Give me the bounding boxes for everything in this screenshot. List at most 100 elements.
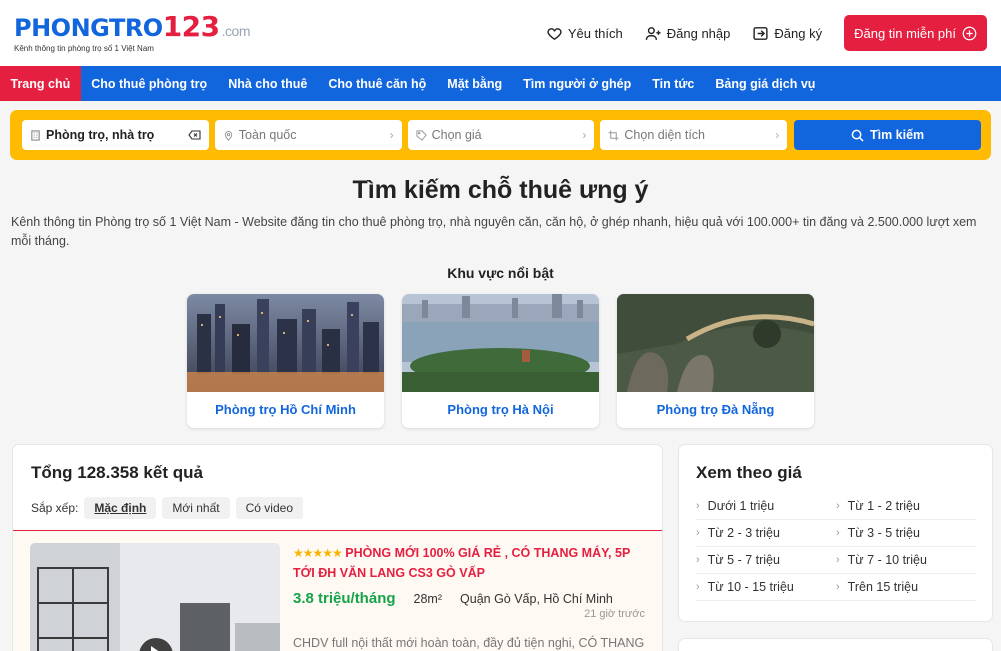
results-panel: Tổng 128.358 kết quả Sắp xếp: Mặc định M… <box>12 444 663 651</box>
chevron-right-icon: › <box>696 527 700 539</box>
user-plus-icon <box>645 26 661 40</box>
area-select[interactable]: Chọn diện tích › <box>600 120 788 150</box>
listing-body: ★★★★★ PHÒNG MỚI 100% GIÁ RẺ , CÓ THANG M… <box>293 543 645 651</box>
crop-icon <box>608 129 619 141</box>
area-card-danang[interactable]: Phòng trọ Đà Nẵng <box>617 294 814 428</box>
chevron-right-icon: › <box>582 128 587 142</box>
register-label: Đăng ký <box>774 25 823 41</box>
clear-icon[interactable] <box>188 130 201 140</box>
price-select[interactable]: Chọn giá › <box>407 120 595 150</box>
heart-icon <box>547 27 562 40</box>
category-select[interactable]: Phòng trọ, nhà trọ <box>22 120 209 150</box>
nav-item-roommates[interactable]: Tìm người ở ghép <box>513 66 642 101</box>
price-filter-label: Từ 10 - 15 triệu <box>707 580 794 594</box>
price-filter-item[interactable]: › Trên 15 triệu <box>836 574 976 601</box>
sort-video-button[interactable]: Có video <box>235 497 303 519</box>
logo-text-blue: PHONGTRO <box>14 14 163 42</box>
nav-item-apartments[interactable]: Cho thuê căn hộ <box>318 66 437 101</box>
logo-domain-suffix: .com <box>221 23 251 39</box>
listing-excerpt: CHDV full nội thất mới hoàn toàn, đầy đủ… <box>293 636 645 650</box>
plus-circle-icon <box>962 26 977 40</box>
site-logo[interactable]: PHONGTRO 123 .com Kênh thông tin phòng trọ… <box>14 10 251 54</box>
chevron-right-icon: › <box>836 527 840 539</box>
listing-location: Quận Gò Vấp, Hồ Chí Minh <box>460 591 613 606</box>
chevron-right-icon: › <box>696 581 700 593</box>
price-filter-title: Xem theo giá <box>696 463 802 482</box>
area-value: Chọn diện tích <box>624 128 705 142</box>
price-filter-item[interactable]: › Từ 5 - 7 triệu <box>696 547 836 574</box>
nav-item-pricing[interactable]: Bảng giá dịch vụ <box>705 66 826 101</box>
area-name-hanoi: Phòng trọ Hà Nội <box>447 402 554 417</box>
post-free-button[interactable]: Đăng tin miễn phí <box>844 15 987 51</box>
post-free-label: Đăng tin miễn phí <box>854 25 956 41</box>
main-nav: Trang chủ Cho thuê phòng trọ Nhà cho thu… <box>0 66 1001 101</box>
nav-item-rooms[interactable]: Cho thuê phòng trọ <box>81 66 218 101</box>
location-value: Toàn quốc <box>238 128 297 142</box>
area-card-hcm[interactable]: Phòng trọ Hồ Chí Minh <box>187 294 384 428</box>
price-filter-item[interactable]: › Dưới 1 triệu <box>696 493 836 520</box>
price-filter-label: Từ 3 - 5 triệu <box>847 526 920 540</box>
price-value: Chọn giá <box>431 128 482 142</box>
favorites-link[interactable]: Yêu thích <box>546 25 623 42</box>
sort-bar: Sắp xếp: Mặc định Mới nhất Có video <box>31 497 662 519</box>
price-filter-panel: Xem theo giá › Dưới 1 triệu › Từ 1 - 2 tri… <box>678 444 993 622</box>
price-filter-label: Dưới 1 triệu <box>707 499 775 513</box>
favorites-label: Yêu thích <box>567 25 623 41</box>
chevron-right-icon: › <box>836 581 840 593</box>
listing-item[interactable]: ★★★★★ PHÒNG MỚI 100% GIÁ RẺ , CÓ THANG M… <box>13 531 662 651</box>
chevron-right-icon: › <box>696 554 700 566</box>
page-title: Tìm kiếm chỗ thuê ưng ý <box>352 176 649 204</box>
price-filter-list: › Dưới 1 triệu › Từ 1 - 2 triệu › Từ 2 - 3 … <box>696 493 976 601</box>
price-filter-label: Trên 15 triệu <box>847 580 919 594</box>
hcm-city-image <box>187 294 384 392</box>
logo-tagline: Kênh thông tin phòng trọ số 1 Việt Nam <box>14 44 154 53</box>
sort-default-button[interactable]: Mặc định <box>84 497 157 519</box>
price-filter-item[interactable]: › Từ 10 - 15 triệu <box>696 574 836 601</box>
nav-item-premises[interactable]: Mặt bằng <box>437 66 513 101</box>
listing-title-text: PHÒNG MỚI 100% GIÁ RẺ , CÓ THANG MÁY, 5P… <box>293 546 631 580</box>
register-link[interactable]: Đăng ký <box>752 25 822 42</box>
site-header: PHONGTRO 123 .com Kênh thông tin phòng trọ… <box>0 0 1001 66</box>
sort-label: Sắp xếp: <box>31 501 79 515</box>
price-filter-item[interactable]: › Từ 7 - 10 triệu <box>836 547 976 574</box>
chevron-right-icon: › <box>389 128 394 142</box>
login-link[interactable]: Đăng nhập <box>645 25 730 42</box>
sign-in-icon <box>753 26 768 40</box>
price-filter-label: Từ 1 - 2 triệu <box>847 499 920 513</box>
nav-item-news[interactable]: Tin tức <box>642 66 705 101</box>
hanoi-city-image <box>402 294 599 392</box>
listing-title[interactable]: ★★★★★ PHÒNG MỚI 100% GIÁ RẺ , CÓ THANG M… <box>293 543 645 583</box>
area-card-hanoi[interactable]: Phòng trọ Hà Nội <box>402 294 599 428</box>
price-filter-item[interactable]: › Từ 2 - 3 triệu <box>696 520 836 547</box>
room-photo <box>30 543 280 651</box>
listing-size: 28m² <box>413 591 443 606</box>
price-filter-label: Từ 5 - 7 triệu <box>707 553 780 567</box>
search-bar: Phòng trọ, nhà trọ Toàn quốc › Chọn giá … <box>10 110 991 160</box>
listing-time: 21 giờ trước <box>584 608 645 620</box>
category-value: Phòng trọ, nhà trọ <box>46 128 155 142</box>
search-icon <box>851 129 864 142</box>
sort-newest-button[interactable]: Mới nhất <box>162 497 230 519</box>
price-filter-item[interactable]: › Từ 1 - 2 triệu <box>836 493 976 520</box>
listing-price: 3.8 triệu/tháng <box>293 590 396 607</box>
building-icon <box>31 129 40 141</box>
listing-thumbnail[interactable] <box>30 543 280 651</box>
area-name-danang: Phòng trọ Đà Nẵng <box>656 402 775 417</box>
search-button[interactable]: Tìm kiếm <box>794 120 981 150</box>
price-filter-item[interactable]: › Từ 3 - 5 triệu <box>836 520 976 547</box>
location-select[interactable]: Toàn quốc › <box>214 120 402 150</box>
chevron-right-icon: › <box>836 500 840 512</box>
nav-item-houses[interactable]: Nhà cho thuê <box>218 66 318 101</box>
results-total: Tổng 128.358 kết quả <box>31 463 203 482</box>
listing-meta: 3.8 triệu/tháng 28m² Quận Gò Vấp, Hồ Chí… <box>293 590 645 607</box>
nav-item-home[interactable]: Trang chủ <box>0 66 81 101</box>
price-filter-label: Từ 2 - 3 triệu <box>707 526 780 540</box>
chevron-right-icon: › <box>775 128 780 142</box>
price-filter-label: Từ 7 - 10 triệu <box>847 553 927 567</box>
tag-icon <box>416 129 427 141</box>
location-pin-icon <box>224 130 233 141</box>
chevron-right-icon: › <box>696 500 700 512</box>
sidebar-panel <box>678 638 993 651</box>
logo-text-red: 123 <box>162 10 220 43</box>
chevron-right-icon: › <box>836 554 840 566</box>
